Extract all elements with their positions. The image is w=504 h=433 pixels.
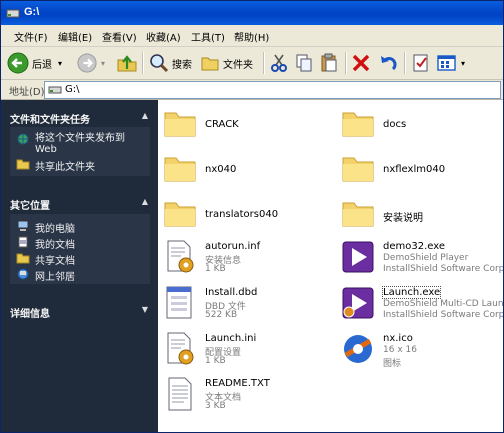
menu-tools[interactable]: 工具(T)	[191, 29, 225, 44]
dbd-file-icon	[166, 286, 192, 319]
views-button[interactable]: ▾	[436, 51, 465, 75]
folders-icon	[201, 57, 219, 71]
folder-item[interactable]: nx040	[160, 147, 330, 191]
address-field[interactable]: G:\	[44, 81, 501, 99]
folder-item[interactable]: docs	[338, 102, 503, 146]
menu-view[interactable]: 查看(V)	[102, 29, 137, 44]
paste-icon	[321, 53, 337, 72]
search-button[interactable]: 搜索	[149, 51, 192, 75]
address-bar: 地址(D) G:\	[1, 80, 503, 100]
folder-icon	[164, 112, 196, 137]
forward-arrow-icon	[77, 53, 97, 73]
demoshield-icon	[342, 241, 374, 273]
file-item[interactable]: nx.ico 16 x 16 图标	[338, 329, 503, 373]
my-documents-link[interactable]: 我的文档	[16, 236, 75, 251]
config-file-icon	[167, 332, 194, 365]
up-folder-icon	[117, 55, 137, 72]
shared-documents-link[interactable]: 共享文档	[16, 252, 75, 267]
menu-edit[interactable]: 编辑(E)	[58, 29, 92, 44]
copy-button[interactable]	[294, 51, 314, 75]
folder-icon	[164, 157, 196, 182]
forward-dropdown-icon[interactable]: ▾	[101, 59, 105, 68]
file-tasks-header[interactable]: 文件和文件夹任务 ▲	[10, 111, 150, 126]
copy-icon	[296, 54, 312, 72]
views-icon	[437, 55, 456, 71]
back-button[interactable]: 后退 ▾	[7, 51, 62, 75]
menu-help[interactable]: 帮助(H)	[234, 29, 269, 44]
expand-chevron-icon[interactable]: ▼	[142, 305, 148, 314]
menu-favorites[interactable]: 收藏(A)	[146, 29, 181, 44]
documents-icon	[18, 236, 28, 248]
file-item[interactable]: Launch.ini 配置设置 1 KB	[160, 329, 330, 373]
file-item[interactable]: Install.dbd DBD 文件 522 KB	[160, 283, 330, 327]
folder-icon	[342, 202, 374, 227]
file-item[interactable]: autorun.inf 安装信息 1 KB	[160, 237, 330, 281]
folder-icon	[342, 112, 374, 137]
network-icon	[17, 268, 29, 280]
forward-button[interactable]: ▾	[77, 51, 105, 75]
undo-button[interactable]	[378, 51, 398, 75]
window-title: G:\	[24, 6, 40, 18]
share-folder-link[interactable]: 共享此文件夹	[16, 158, 95, 173]
toolbar: 后退 ▾ ▾ 搜索 文件夹 ▾	[1, 47, 503, 80]
folder-icon	[164, 202, 196, 227]
folder-item[interactable]: nxflexlm040	[338, 147, 503, 191]
publish-to-web-link[interactable]: 将这个文件夹发布到 Web	[16, 133, 125, 155]
launch-exe-icon	[342, 287, 374, 319]
search-icon	[150, 54, 169, 73]
address-label: 地址(D)	[9, 87, 45, 98]
drive-icon	[48, 86, 62, 94]
file-tasks-panel: 将这个文件夹发布到 Web 共享此文件夹	[10, 127, 150, 176]
text-file-icon	[168, 377, 192, 411]
folder-item[interactable]: CRACK	[160, 102, 330, 146]
drive-icon	[6, 9, 20, 18]
collapse-chevron-icon[interactable]: ▲	[142, 111, 148, 120]
other-places-header[interactable]: 其它位置 ▲	[10, 197, 150, 212]
details-header[interactable]: 详细信息 ▼	[10, 305, 150, 320]
computer-icon	[17, 220, 29, 231]
up-folder-button[interactable]	[116, 51, 138, 75]
paste-button[interactable]	[319, 51, 339, 75]
shared-folder-icon	[16, 159, 30, 170]
views-dropdown-icon[interactable]: ▾	[461, 59, 465, 68]
file-list: CRACK docs nx040 nxflexlm040 translators…	[158, 100, 503, 432]
file-item[interactable]: Launch.exe DemoShield Multi-CD Launch In…	[338, 283, 503, 327]
title-bar[interactable]: G:\	[1, 1, 503, 25]
folder-item[interactable]: translators040	[160, 192, 330, 236]
delete-button[interactable]	[351, 51, 371, 75]
folder-icon	[342, 157, 374, 182]
folder-item[interactable]: 安装说明	[338, 192, 503, 236]
properties-button[interactable]	[411, 51, 431, 75]
delete-x-icon	[352, 54, 370, 72]
back-dropdown-icon[interactable]: ▾	[58, 59, 62, 68]
explorer-window: G:\ 文件(F) 编辑(E) 查看(V) 收藏(A) 工具(T) 帮助(H) …	[0, 0, 504, 433]
nx-icon	[344, 335, 372, 363]
collapse-chevron-icon[interactable]: ▲	[142, 197, 148, 206]
cut-button[interactable]	[269, 51, 289, 75]
task-pane: 文件和文件夹任务 ▲ 将这个文件夹发布到 Web 共享此文件夹 其它位置 ▲ 我…	[1, 100, 158, 432]
back-arrow-icon	[7, 52, 29, 74]
globe-icon	[17, 133, 29, 145]
file-item[interactable]: demo32.exe DemoShield Player InstallShie…	[338, 237, 503, 281]
folder-icon	[16, 253, 30, 264]
undo-icon	[381, 56, 397, 71]
file-item[interactable]: README.TXT 文本文档 3 KB	[160, 374, 330, 418]
folders-button[interactable]: 文件夹	[200, 51, 253, 75]
network-places-link[interactable]: 网上邻居	[16, 268, 75, 283]
scissors-icon	[271, 54, 287, 72]
address-value: G:\	[65, 84, 80, 95]
my-computer-link[interactable]: 我的电脑	[16, 220, 75, 235]
setup-file-icon	[167, 240, 194, 273]
menu-file[interactable]: 文件(F)	[14, 29, 48, 44]
menu-bar: 文件(F) 编辑(E) 查看(V) 收藏(A) 工具(T) 帮助(H)	[1, 25, 503, 47]
other-places-panel: 我的电脑 我的文档 共享文档 网上邻居	[10, 214, 150, 284]
properties-icon	[413, 54, 428, 72]
